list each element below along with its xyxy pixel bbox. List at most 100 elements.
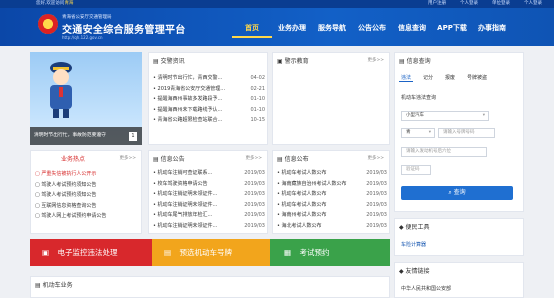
list-item[interactable]: • 海北考试人数公布 2019/03 bbox=[277, 221, 387, 232]
region-switch[interactable]: 青海 bbox=[64, 1, 73, 6]
plate-prefix-select[interactable]: 青 ▾ bbox=[401, 128, 435, 138]
query-section-title: 机动车违法查询 bbox=[401, 95, 437, 101]
tab-stolen-plate[interactable]: 号牌被盗 bbox=[465, 74, 489, 82]
notices-list: • 机动车注销可查证联系... 2019/03 • 校车驾驶资格申请公告 2019/… bbox=[153, 168, 265, 231]
tile-electronic-violation[interactable]: ▣ 电子监控违法处理 bbox=[30, 239, 152, 266]
link-icon: ◆ bbox=[399, 268, 404, 275]
list-item[interactable]: • 清明时节出行忙，青西交警... 04-02 bbox=[153, 73, 265, 84]
list-item[interactable]: • 青海省公路超限检查站联合... 10-15 bbox=[153, 115, 265, 126]
nav-announce[interactable]: 公告公布 bbox=[352, 23, 392, 38]
chevron-down-icon: ▾ bbox=[482, 113, 485, 118]
engine-number-input[interactable]: 请输入发动机号后六位 bbox=[401, 147, 487, 157]
register-link[interactable]: 用户注册 bbox=[428, 0, 446, 8]
traffic-news-list: • 清明时节出行忙，青西交警... 04-02 • 2019青海省公安厅交通管理.… bbox=[153, 73, 265, 126]
camera-icon: ▣ bbox=[42, 248, 50, 257]
list-item[interactable]: • 提醒海西州未下载路线予认... 01-10 bbox=[153, 105, 265, 116]
chevron-down-icon: ▾ bbox=[428, 130, 431, 135]
list-item[interactable]: • 机动车考试人数公布 2019/03 bbox=[277, 189, 387, 200]
logo-subtitle: 青海省公安厅交通管理局 bbox=[62, 15, 112, 20]
convenience-panel: ◆ 便民工具 车险计算器 bbox=[394, 218, 524, 256]
tab-violation[interactable]: 违法 bbox=[399, 74, 414, 82]
nav-home[interactable]: 首页 bbox=[232, 23, 272, 38]
notices-panel: ▤ 信息公告 更多>> • 机动车注销可查证联系... 2019/03 • 校车驾… bbox=[148, 150, 268, 234]
list-item[interactable]: • 机动车注销可查证联系... 2019/03 bbox=[153, 168, 265, 179]
site-header: 青海省公安厅交通管理局 交通安全综合服务管理平台 http://qh.122.g… bbox=[0, 8, 554, 46]
notices-more-link[interactable]: 更多>> bbox=[245, 155, 262, 161]
top-bar: 您好,欢迎访问青海 用户注册 个人登录 单位登录 个人登录 bbox=[0, 0, 554, 8]
warning-more-link[interactable]: 更多>> bbox=[367, 57, 384, 63]
list-item[interactable]: • 校车驾驶资格申请公告 2019/03 bbox=[153, 179, 265, 190]
warning-edu-title: 警示教育 bbox=[284, 58, 309, 65]
traffic-news-panel: ▤ 交警资讯 • 清明时节出行忙，青西交警... 04-02 • 2019青海省公… bbox=[148, 52, 268, 145]
vehicle-biz-panel: ▤ 机动车业务 bbox=[30, 276, 390, 298]
list-item[interactable]: ▢ 驾驶人考试预约须知公告 bbox=[35, 180, 139, 191]
list-item[interactable]: ▢ 互联网信息资格查询公告 bbox=[35, 201, 139, 212]
links-title: 友情链接 bbox=[405, 268, 430, 275]
tile-plate-select[interactable]: ▤ 预选机动车号牌 bbox=[152, 239, 270, 266]
list-item[interactable]: • 机动车考试人数公布 2019/03 bbox=[277, 168, 387, 179]
convenience-title: 便民工具 bbox=[405, 224, 430, 231]
nav-service[interactable]: 服务导航 bbox=[312, 23, 352, 38]
notice-icon: ▤ bbox=[153, 156, 159, 163]
tools-icon: ◆ bbox=[399, 224, 404, 231]
info-query-title: 信息查询 bbox=[406, 58, 431, 65]
publish-title: 信息公布 bbox=[284, 156, 309, 163]
publish-more-link[interactable]: 更多>> bbox=[367, 155, 384, 161]
list-item[interactable]: • 提醒海西州事故多发路段予... 01-10 bbox=[153, 94, 265, 105]
publish-list: • 机动车考试人数公布 2019/03 • 海南藏族自治州考试人数公布 2019/0… bbox=[277, 168, 387, 231]
insurance-calculator-link[interactable]: 车险计算器 bbox=[401, 241, 426, 248]
list-item[interactable]: • 2019青海省公安厅交通管理... 02-21 bbox=[153, 84, 265, 95]
mps-link[interactable]: 中华人民共和国公安部 bbox=[401, 285, 451, 292]
tab-points[interactable]: 记分 bbox=[421, 74, 435, 82]
list-item[interactable]: • 机动车注销证明未领证件... 2019/03 bbox=[153, 200, 265, 211]
vehicle-biz-title: 机动车业务 bbox=[42, 282, 73, 289]
site-title[interactable]: 交通安全综合服务管理平台 bbox=[62, 21, 186, 36]
list-item[interactable]: • 机动车考试人数公布 2019/03 bbox=[277, 200, 387, 211]
nav-app[interactable]: APP下载 bbox=[432, 23, 472, 38]
business-hot-list: ▢ 严重失信被执行人公开示 ▢ 驾驶人考试预约须知公告 ▢ 驾驶人考试预约须知公… bbox=[35, 169, 139, 222]
site-url: http://qh.122.gov.cn bbox=[62, 35, 103, 40]
warning-icon: ▣ bbox=[277, 58, 283, 65]
list-item[interactable]: • 机动车尾气排放年检汇... 2019/03 bbox=[153, 210, 265, 221]
vehicle-type-select[interactable]: 小型汽车 ▾ bbox=[401, 111, 489, 121]
list-item[interactable]: ▢ 严重失信被执行人公开示 bbox=[35, 169, 139, 180]
main-nav: 首页 业务办理 服务导航 公告公布 信息查询 APP下载 办事指南 bbox=[232, 23, 512, 38]
traffic-news-title: 交警资讯 bbox=[160, 58, 185, 65]
list-item[interactable]: • 海南州考试人数公布 2019/03 bbox=[277, 210, 387, 221]
plate-number-input[interactable]: 请输入号牌号码 bbox=[438, 128, 495, 138]
list-item[interactable]: • 海南藏族自治州考试人数公布 2019/03 bbox=[277, 179, 387, 190]
tile-exam-booking[interactable]: ▦ 考试预约 bbox=[270, 239, 390, 266]
query-button[interactable]: ⌕ 查询 bbox=[401, 186, 513, 200]
publish-icon: ▤ bbox=[277, 156, 283, 163]
links-panel: ◆ 友情链接 中华人民共和国公安部 bbox=[394, 262, 524, 298]
nav-business[interactable]: 业务办理 bbox=[272, 23, 312, 38]
police-emblem-icon bbox=[38, 14, 58, 34]
list-item[interactable]: • 机动车注销证明未领证件... 2019/03 bbox=[153, 221, 265, 232]
query-tabs: 违法 记分 报废 号牌被盗 bbox=[399, 74, 489, 82]
banner-index[interactable]: 1 bbox=[129, 132, 137, 141]
plate-icon: ▤ bbox=[164, 248, 172, 257]
admin-login-link[interactable]: 个人登录 bbox=[524, 0, 542, 8]
welcome-text: 您好,欢迎访问 bbox=[36, 1, 65, 6]
nav-query[interactable]: 信息查询 bbox=[392, 23, 432, 38]
tab-scrap[interactable]: 报废 bbox=[443, 74, 457, 82]
unit-login-link[interactable]: 单位登录 bbox=[492, 0, 510, 8]
warning-edu-panel: ▣ 警示教育 更多>> bbox=[272, 52, 390, 145]
query-icon: ▤ bbox=[399, 58, 405, 65]
business-hot-title: 业务热点 bbox=[61, 156, 86, 163]
nav-guide[interactable]: 办事指南 bbox=[472, 23, 512, 38]
business-hot-panel: 业务热点 更多>> ▢ 严重失信被执行人公开示 ▢ 驾驶人考试预约须知公告 ▢ … bbox=[30, 150, 142, 234]
personal-login-link[interactable]: 个人登录 bbox=[460, 0, 478, 8]
publish-panel: ▤ 信息公布 更多>> • 机动车考试人数公布 2019/03 • 海南藏族自治州… bbox=[272, 150, 390, 234]
list-item[interactable]: ▢ 驾驶人考试预约须知公告 bbox=[35, 190, 139, 201]
captcha-input[interactable]: 验证码 bbox=[401, 165, 431, 175]
car-icon: ▤ bbox=[35, 282, 41, 289]
police-officer-illustration bbox=[50, 62, 72, 118]
notices-title: 信息公告 bbox=[160, 156, 185, 163]
list-item[interactable]: • 机动车注销证明未领证件... 2019/03 bbox=[153, 189, 265, 200]
list-item[interactable]: ▢ 驾驶人网上考试预约申请公告 bbox=[35, 211, 139, 222]
business-more-link[interactable]: 更多>> bbox=[119, 155, 136, 161]
hero-banner[interactable]: 清明时节出行忙，事故防范要遵守 1 bbox=[30, 52, 142, 145]
calendar-icon: ▦ bbox=[284, 248, 292, 257]
news-icon: ▤ bbox=[153, 58, 159, 65]
